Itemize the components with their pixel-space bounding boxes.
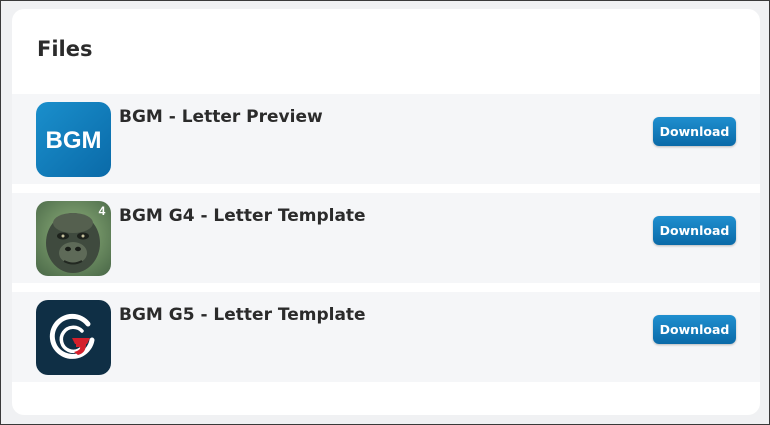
gorilla-g4-icon: 4 [36, 201, 111, 276]
file-name: BGM - Letter Preview [119, 107, 323, 127]
file-name: BGM G4 - Letter Template [119, 206, 366, 226]
file-row-bgm-g5-letter-template: BGM G5 - Letter Template Download [12, 292, 760, 382]
files-card: Files BGM BGM - Letter Preview Download [12, 9, 760, 415]
files-heading: Files [37, 37, 93, 61]
download-button[interactable]: Download [653, 216, 736, 245]
download-button[interactable]: Download [653, 117, 736, 146]
download-button[interactable]: Download [653, 315, 736, 344]
bgm-logo-icon: BGM [36, 102, 111, 177]
file-list: BGM BGM - Letter Preview Download 4 BGM … [12, 94, 760, 391]
g4-number-text: 4 [99, 204, 106, 218]
g5-logo-icon [36, 300, 111, 375]
file-row-bgm-letter-preview: BGM BGM - Letter Preview Download [12, 94, 760, 184]
file-row-bgm-g4-letter-template: 4 BGM G4 - Letter Template Download [12, 193, 760, 283]
bgm-logo-text: BGM [46, 127, 102, 154]
file-name: BGM G5 - Letter Template [119, 305, 366, 325]
